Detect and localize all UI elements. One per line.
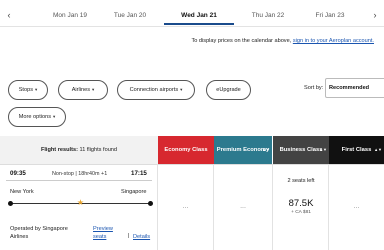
origin-dot-icon: [8, 201, 13, 206]
date-tab-wed-jan-21[interactable]: Wed Jan 21: [164, 7, 234, 25]
eupgrade-filter-label: eUpgrade: [216, 87, 241, 93]
cabin-header-premium-economy[interactable]: Premium Economy ▲▼: [214, 136, 272, 164]
chevron-down-icon: ▾: [53, 114, 56, 119]
connection-airports-filter-button[interactable]: Connection airports ▾: [117, 80, 195, 100]
flight-results-count: 11 flights found: [79, 147, 118, 153]
operated-by-text: Operated by Singapore Airlines: [10, 226, 68, 240]
more-options-button[interactable]: More options ▾: [8, 107, 66, 127]
airlines-filter-label: Airlines: [71, 87, 91, 93]
stops-filter-button[interactable]: Stops ▾: [8, 80, 48, 100]
stops-duration: Non-stop | 18hr40m +1: [52, 171, 108, 177]
more-options-label: More options: [18, 114, 52, 120]
previous-dates-arrow-icon[interactable]: ‹: [2, 7, 16, 23]
sort-arrows-icon: ▲▼: [319, 147, 327, 152]
destination-city: Singapore: [121, 189, 147, 195]
business-points: 87.5K: [288, 198, 314, 209]
star-alliance-marker-icon: ★: [76, 198, 85, 207]
arrival-time: 17:15: [131, 170, 147, 177]
sort-by-label: Sort by:: [304, 85, 324, 91]
flight-results-header: Flight results: 11 flights found: [0, 136, 158, 164]
chevron-down-icon: ▾: [92, 87, 95, 92]
sort-arrows-icon: ▲▼: [374, 147, 382, 152]
date-bar-divider: [0, 26, 384, 27]
cabin-header-first[interactable]: First Class ▲▼: [329, 136, 384, 164]
link-separator: |: [128, 233, 130, 239]
next-dates-arrow-icon[interactable]: ›: [368, 7, 382, 23]
date-tab-mon-jan-19[interactable]: Mon Jan 19: [40, 7, 100, 25]
cabin-header-business[interactable]: Business Class ▲▼: [273, 136, 329, 164]
sort-arrows-icon: ▲▼: [262, 147, 270, 152]
flight-results-prefix: Flight results:: [40, 147, 78, 153]
cabin-header-economy[interactable]: Economy Class: [158, 136, 214, 164]
premium-economy-fare-cell[interactable]: ...: [214, 164, 273, 250]
business-cash: + CA $81: [291, 210, 311, 215]
calendar-prices-text: To display prices on the calendar above,: [191, 38, 293, 44]
economy-fare-cell[interactable]: ...: [158, 164, 214, 250]
stops-filter-label: Stops: [18, 87, 34, 93]
origin-city: New York: [10, 189, 34, 195]
date-tab-fri-jan-23[interactable]: Fri Jan 23: [300, 7, 360, 25]
seats-left-text: 2 seats left: [287, 178, 315, 184]
business-fare-cell[interactable]: 2 seats left 87.5K + CA $81: [273, 164, 329, 250]
cabin-header-economy-label: Economy Class: [164, 147, 208, 153]
connection-airports-filter-label: Connection airports: [129, 87, 179, 93]
departure-time: 09:35: [10, 170, 26, 177]
preview-seats-link[interactable]: Preview seats: [93, 225, 123, 241]
airlines-filter-button[interactable]: Airlines ▾: [58, 80, 108, 100]
sign-in-aeroplan-link[interactable]: sign in to your Aeroplan account.: [293, 38, 374, 44]
cabin-header-business-label: Business Class: [279, 147, 323, 153]
destination-dot-icon: [148, 201, 153, 206]
chevron-down-icon: ▾: [35, 87, 38, 92]
calendar-prices-note: To display prices on the calendar above,…: [191, 38, 374, 44]
date-tab-tue-jan-20[interactable]: Tue Jan 20: [100, 7, 160, 25]
eupgrade-filter-button[interactable]: eUpgrade: [206, 80, 251, 100]
date-tab-thu-jan-22[interactable]: Thu Jan 22: [238, 7, 298, 25]
flight-info-divider: [6, 180, 152, 181]
chevron-down-icon: ▾: [180, 87, 183, 92]
date-selector-bar: ‹ Mon Jan 19 Tue Jan 20 Wed Jan 21 Thu J…: [0, 0, 384, 32]
sort-by-select[interactable]: Recommended: [325, 78, 384, 98]
details-link[interactable]: Details: [133, 233, 150, 241]
first-fare-cell[interactable]: ...: [329, 164, 384, 250]
cabin-header-first-label: First Class: [341, 147, 372, 153]
